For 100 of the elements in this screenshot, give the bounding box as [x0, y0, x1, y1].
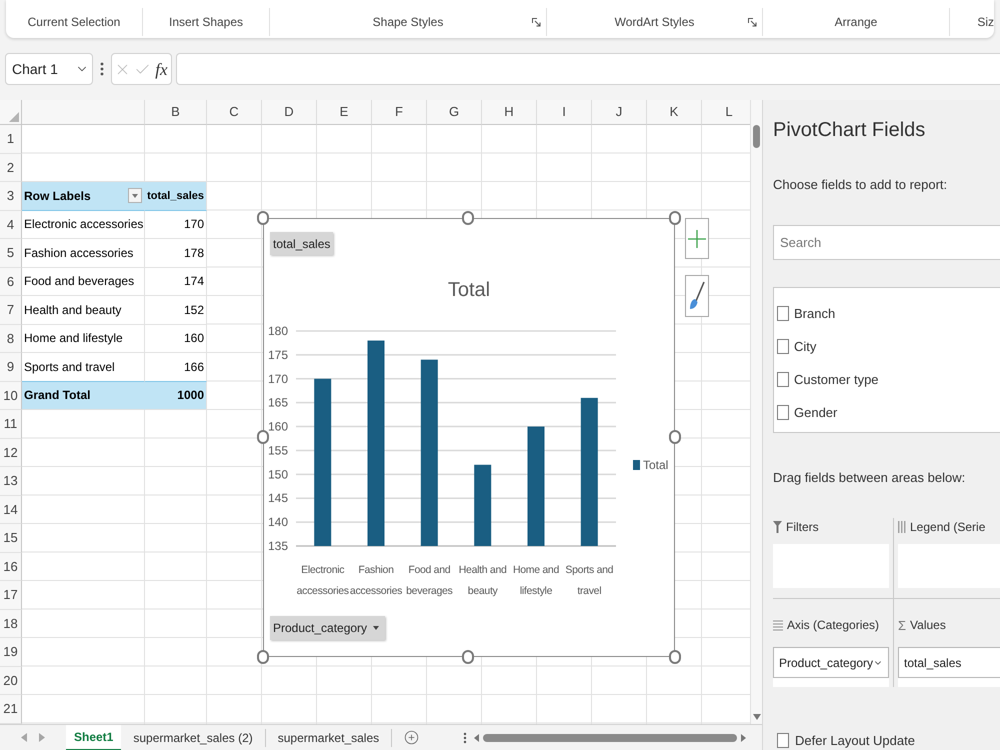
- table-cell: Grand Total: [22, 382, 145, 410]
- vertical-scrollbar[interactable]: [750, 100, 762, 724]
- checkbox[interactable]: [777, 339, 789, 354]
- sheet-tab[interactable]: supermarket_sales (2): [121, 728, 266, 746]
- field-button[interactable]: Product_category: [270, 616, 386, 640]
- chart-styles-button[interactable]: [685, 275, 709, 317]
- formula-input[interactable]: [176, 53, 1000, 85]
- row-number[interactable]: 6: [0, 268, 22, 296]
- field-label[interactable]: Customer type: [794, 370, 879, 390]
- scrollbar-thumb[interactable]: [483, 734, 737, 742]
- drop-area[interactable]: Product_category: [773, 647, 889, 687]
- caret-left-icon[interactable]: [474, 734, 479, 742]
- caret-left-icon[interactable]: [21, 733, 27, 742]
- caret-right-icon[interactable]: [39, 733, 45, 742]
- name-box[interactable]: Chart 1: [5, 53, 93, 85]
- resize-handle[interactable]: [257, 430, 269, 444]
- column-header[interactable]: I: [537, 100, 592, 125]
- field-label[interactable]: City: [794, 336, 816, 356]
- axis-tick-label: 160: [268, 420, 288, 434]
- ribbon-group-label: Shape Styles: [372, 14, 444, 31]
- column-header[interactable]: G: [427, 100, 482, 125]
- column-header[interactable]: F: [372, 100, 427, 125]
- paintbrush-icon: [689, 281, 705, 311]
- filter-dropdown-button[interactable]: [128, 188, 142, 204]
- row-number[interactable]: 10: [0, 382, 22, 410]
- axis-tick-label: 150: [268, 467, 288, 482]
- table-header: Row Labels: [24, 188, 91, 205]
- column-header[interactable]: C: [207, 100, 262, 125]
- plus-icon: [688, 230, 706, 248]
- checkbox[interactable]: [777, 733, 789, 748]
- column-header[interactable]: K: [647, 100, 702, 125]
- field-label[interactable]: Branch: [794, 304, 836, 324]
- sheet-tab[interactable]: supermarket_sales: [266, 728, 392, 746]
- dialog-launcher-icon[interactable]: [748, 18, 757, 26]
- field-button[interactable]: total_sales: [270, 232, 334, 255]
- axis-tick-label: 165: [268, 396, 288, 410]
- search-field[interactable]: Search: [773, 225, 1000, 260]
- row-number[interactable]: 3: [0, 182, 22, 210]
- row-number[interactable]: 15: [0, 524, 22, 552]
- row-number[interactable]: 20: [0, 666, 22, 695]
- resize-handle[interactable]: [669, 430, 681, 444]
- row-number[interactable]: 2: [0, 154, 22, 182]
- legend-label: Total: [643, 457, 668, 474]
- column-header[interactable]: B: [145, 100, 207, 125]
- row-number[interactable]: 18: [0, 610, 22, 638]
- row-number[interactable]: 4: [0, 210, 22, 239]
- horizontal-lines-icon: [773, 620, 783, 630]
- plus-circle-icon[interactable]: [404, 730, 420, 745]
- row-number[interactable]: 13: [0, 467, 22, 496]
- panel-title: PivotChart Fields: [773, 118, 926, 142]
- row-number[interactable]: 14: [0, 496, 22, 524]
- checkbox[interactable]: [777, 372, 789, 387]
- caret-right-icon[interactable]: [741, 734, 746, 742]
- caret-down-icon[interactable]: [752, 714, 760, 720]
- insert-function-button[interactable]: fx: [154, 60, 169, 78]
- column-header[interactable]: E: [317, 100, 372, 125]
- resize-handle[interactable]: [669, 650, 681, 664]
- axis-tick-label: 170: [268, 372, 288, 386]
- ribbon-group-label: WordArt Styles: [614, 14, 694, 31]
- row-number[interactable]: 16: [0, 552, 22, 581]
- vertical-dots-icon[interactable]: [463, 732, 468, 744]
- row-number[interactable]: 9: [0, 353, 22, 382]
- axis-tick-label: 180: [268, 324, 288, 338]
- column-header[interactable]: J: [592, 100, 647, 125]
- resize-handle[interactable]: [462, 650, 474, 664]
- row-number[interactable]: 19: [0, 638, 22, 666]
- row-number[interactable]: 12: [0, 438, 22, 467]
- chart-elements-button[interactable]: [685, 218, 709, 259]
- row-number[interactable]: 11: [0, 410, 22, 438]
- axis-tick-label: 155: [268, 443, 288, 458]
- resize-handle[interactable]: [257, 650, 269, 664]
- column-header[interactable]: H: [482, 100, 537, 125]
- checkbox[interactable]: [777, 405, 789, 420]
- checkbox[interactable]: [777, 306, 789, 321]
- resize-handle[interactable]: [669, 211, 681, 225]
- row-number[interactable]: 21: [0, 695, 22, 724]
- row-number[interactable]: 8: [0, 324, 22, 353]
- area-field-item[interactable]: Product_category: [773, 647, 889, 678]
- row-number[interactable]: 17: [0, 581, 22, 610]
- axis-category-label: Food and beverages: [405, 563, 454, 599]
- row-number[interactable]: 7: [0, 296, 22, 324]
- resize-handle[interactable]: [462, 211, 474, 225]
- axis-category-label: Fashion accessories: [349, 563, 403, 599]
- sheet-tab[interactable]: Sheet1: [66, 724, 122, 750]
- row-number[interactable]: 1: [0, 125, 22, 154]
- ribbon-group-label: Insert Shapes: [168, 14, 244, 31]
- dialog-launcher-icon[interactable]: [532, 18, 541, 26]
- area-label: Legend (Serie: [910, 519, 986, 536]
- chart-title: Total: [448, 278, 490, 303]
- scrollbar-thumb[interactable]: [753, 125, 760, 148]
- field-label[interactable]: Gender: [794, 402, 838, 422]
- column-header[interactable]: L: [702, 100, 750, 125]
- table-cell: 1000: [145, 382, 207, 410]
- caret-down-icon: [373, 626, 380, 630]
- vertical-dots-icon[interactable]: [100, 62, 104, 76]
- checkbox-label[interactable]: Defer Layout Update: [795, 730, 915, 750]
- areas-instruction: Drag fields between areas below:: [773, 470, 966, 486]
- row-number[interactable]: 5: [0, 239, 22, 268]
- table-header: total_sales: [145, 182, 207, 210]
- column-header[interactable]: D: [262, 100, 317, 125]
